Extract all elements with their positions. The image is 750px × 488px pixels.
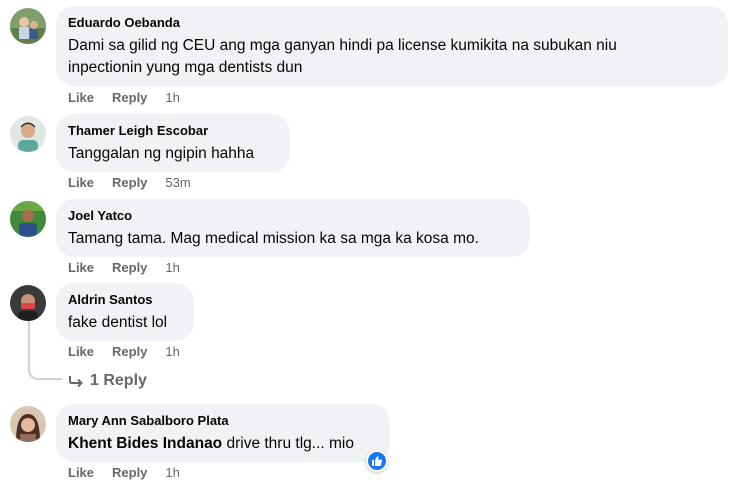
comment-time[interactable]: 1h [165, 90, 179, 105]
comment-actions: Like Reply 1h [68, 90, 180, 105]
avatar[interactable] [10, 8, 46, 44]
mention-link[interactable]: Khent Bides Indanao [68, 435, 222, 452]
like-button[interactable]: Like [68, 344, 94, 359]
view-replies-button[interactable]: 1 Reply [68, 372, 147, 390]
avatar[interactable] [10, 285, 46, 321]
comment-text: fake dentist lol [68, 314, 168, 331]
comment-text: inpectionin yung mga dentists dun [68, 59, 303, 76]
replies-count: 1 Reply [90, 372, 147, 389]
reply-arrow-icon [69, 376, 83, 388]
comment-bubble: Joel Yatco Tamang tama. Mag medical miss… [56, 199, 530, 257]
comment-text: Tamang tama. Mag medical mission ka sa m… [68, 230, 479, 247]
reply-button[interactable]: Reply [112, 344, 147, 359]
like-reaction-icon [368, 452, 386, 470]
reply-button[interactable]: Reply [112, 465, 147, 480]
thread-connector [28, 350, 62, 380]
like-reaction-badge[interactable] [366, 450, 388, 472]
avatar[interactable] [10, 406, 46, 442]
comment-actions: Like Reply 1h [68, 344, 180, 359]
comment-text: Khent Bides Indanao drive thru tlg... mi… [68, 433, 378, 455]
comment-author[interactable]: Eduardo Oebanda [68, 14, 716, 31]
comment-actions: Like Reply 1h [68, 260, 180, 275]
comment-author[interactable]: Mary Ann Sabalboro Plata [68, 412, 378, 429]
comment-bubble: Eduardo Oebanda Dami sa gilid ng CEU ang… [56, 6, 728, 86]
avatar[interactable] [10, 116, 46, 152]
comment-time[interactable]: 1h [165, 260, 179, 275]
reply-button[interactable]: Reply [112, 175, 147, 190]
like-button[interactable]: Like [68, 260, 94, 275]
comment-author[interactable]: Thamer Leigh Escobar [68, 122, 278, 139]
comment-author[interactable]: Joel Yatco [68, 207, 518, 224]
reply-button[interactable]: Reply [112, 260, 147, 275]
comment-text-body: drive thru tlg... mio [226, 435, 354, 452]
comment-time[interactable]: 53m [165, 175, 190, 190]
comment-bubble: Mary Ann Sabalboro Plata Khent Bides Ind… [56, 404, 390, 462]
comment-bubble: Thamer Leigh Escobar Tanggalan ng ngipin… [56, 114, 290, 172]
comment-text: Tanggalan ng ngipin hahha [68, 145, 255, 162]
like-button[interactable]: Like [68, 175, 94, 190]
comment-text: Dami sa gilid ng CEU ang mga ganyan hind… [68, 37, 617, 54]
comment-bubble: Aldrin Santos fake dentist lol [56, 283, 194, 341]
comment-author[interactable]: Aldrin Santos [68, 291, 182, 308]
comment-actions: Like Reply 53m [68, 175, 191, 190]
reply-button[interactable]: Reply [112, 90, 147, 105]
avatar[interactable] [10, 201, 46, 237]
comment-actions: Like Reply 1h [68, 465, 180, 480]
like-button[interactable]: Like [68, 465, 94, 480]
like-button[interactable]: Like [68, 90, 94, 105]
comment-time[interactable]: 1h [165, 344, 179, 359]
comment-time[interactable]: 1h [165, 465, 179, 480]
